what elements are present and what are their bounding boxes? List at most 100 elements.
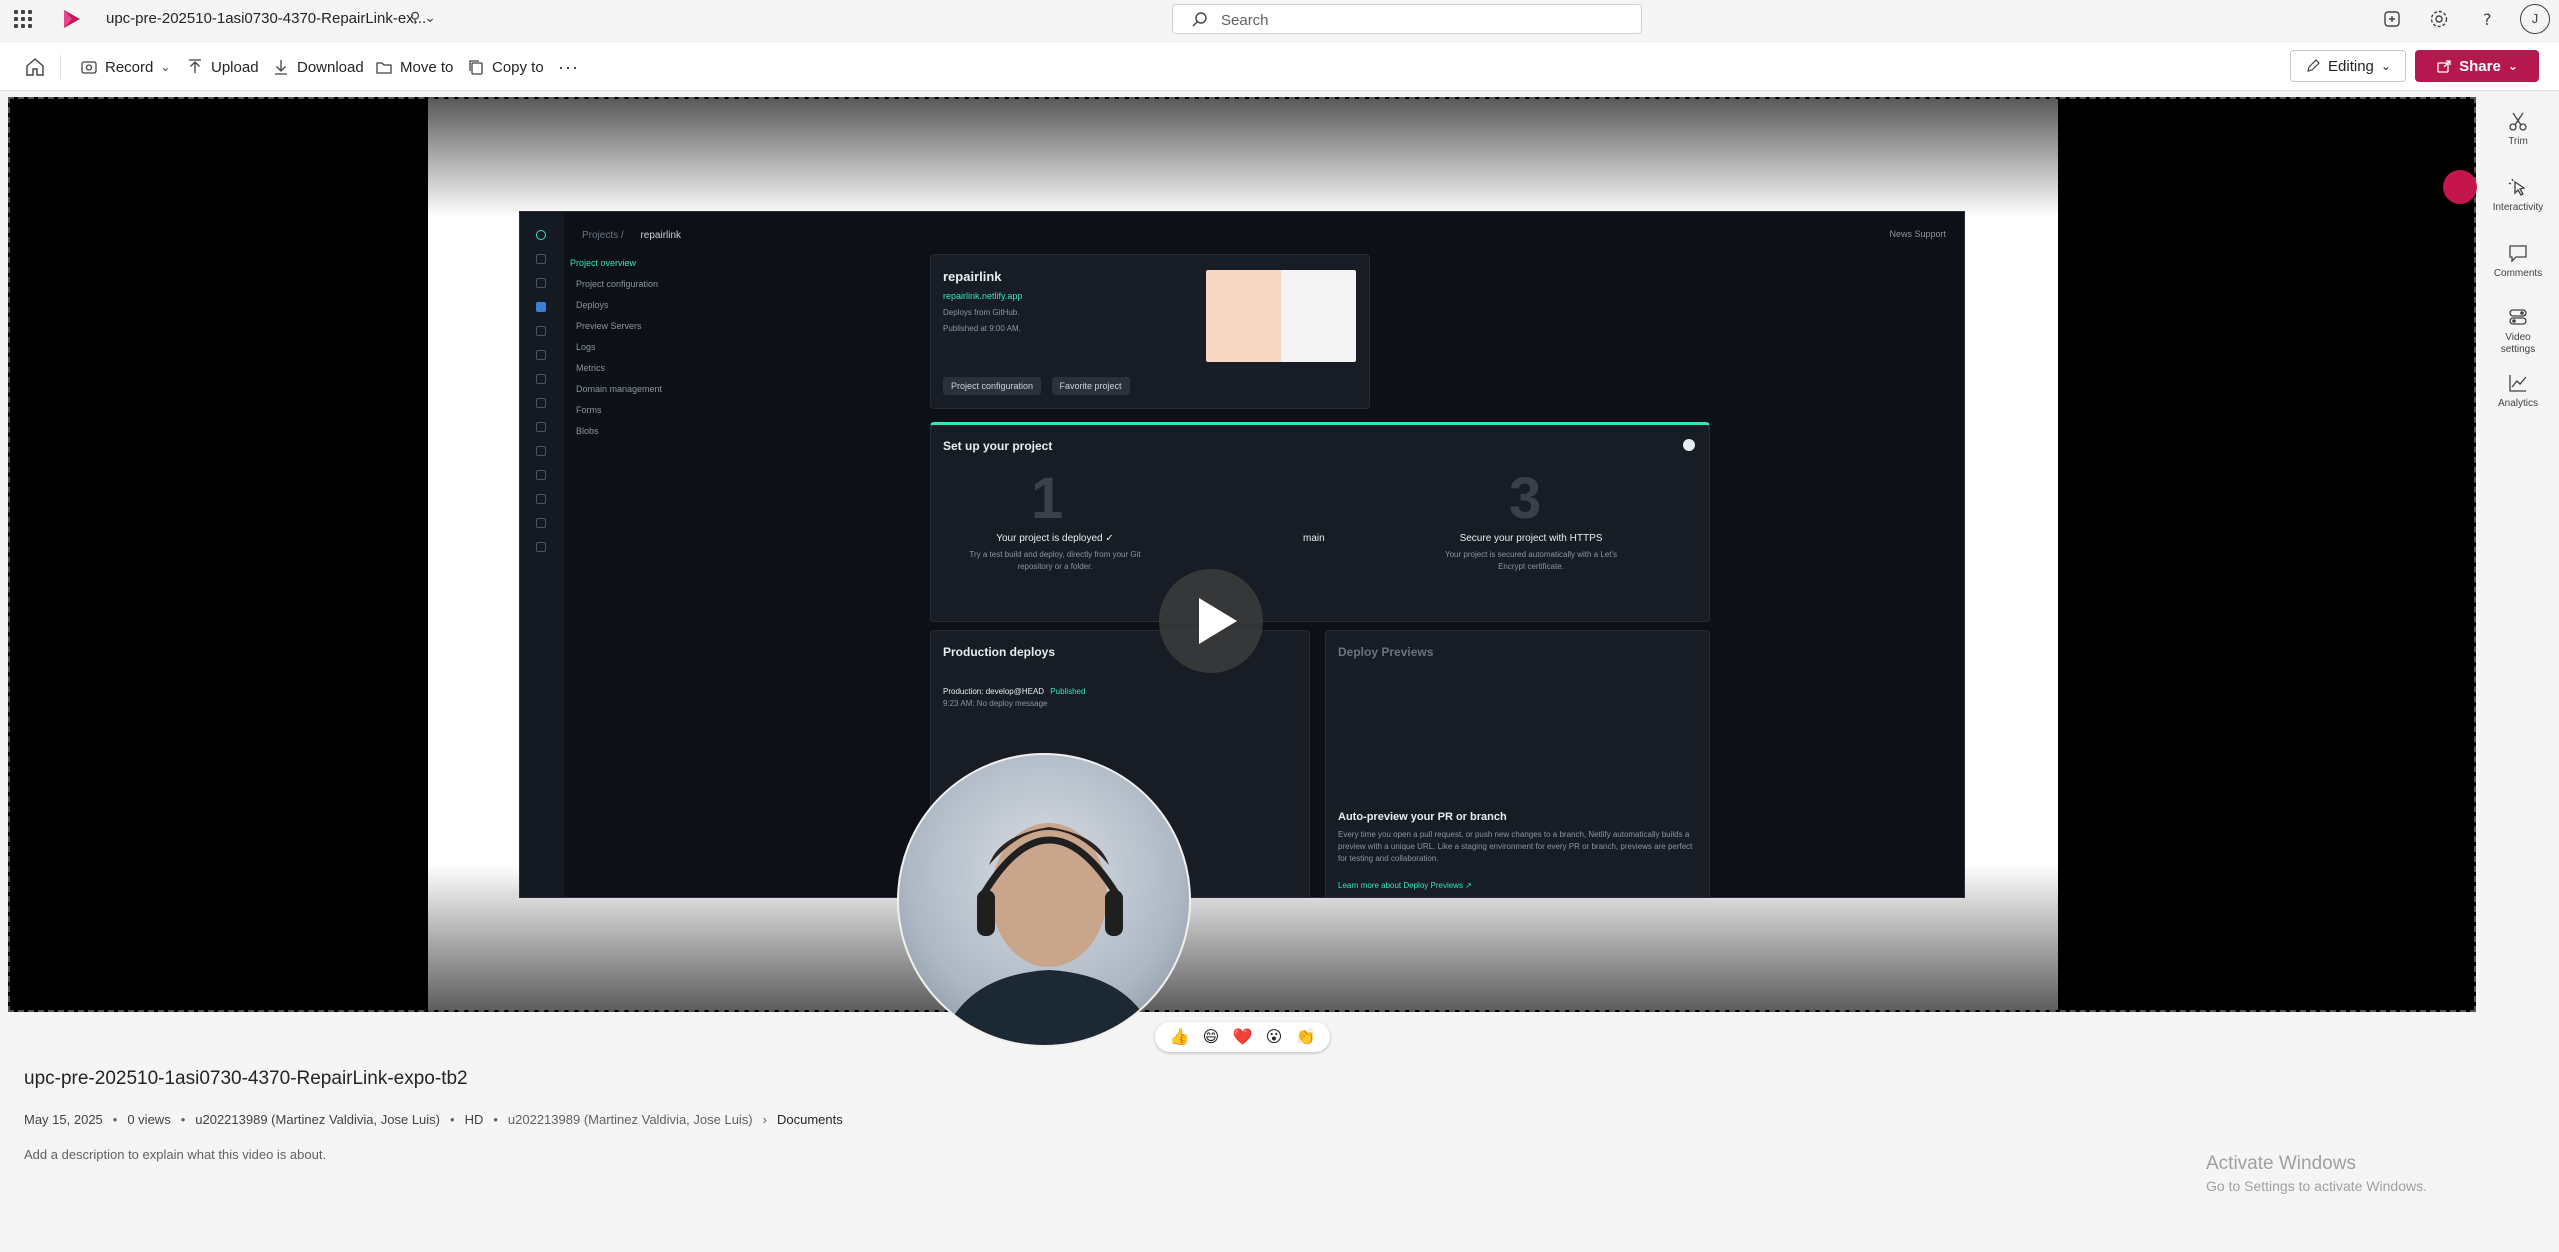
screen-nav-item: Logs [576,342,596,352]
video-player[interactable]: Projects / repairlink News Support Proje… [8,97,2476,1047]
download-label: Download [297,58,364,76]
move-folder-icon [376,62,392,74]
step3-desc: Your project is secured automatically wi… [1445,550,1617,571]
published-at: Published at 9:00 AM. [943,324,1021,333]
upload-date: May 15, 2025 [24,1112,103,1127]
reaction-surprised[interactable]: 😮 [1266,1027,1283,1047]
upload-button[interactable]: Upload [186,55,259,79]
watermark-line1: Activate Windows [2206,1153,2356,1174]
editing-label: Editing [2328,57,2374,75]
screen-nav-item: Deploys [576,300,609,310]
video-title[interactable]: upc-pre-202510-1asi0730-4370-RepairLink-… [24,1068,468,1090]
screen-nav-item: Metrics [576,363,605,373]
deploys-from: Deploys from GitHub. [943,308,1020,317]
app-launcher-icon[interactable] [14,10,32,28]
analytics-chart-icon [2509,375,2527,392]
comments-label: Comments [2493,268,2543,279]
user-avatar[interactable]: J [2520,4,2550,34]
setup-title: Set up your project [943,439,1053,453]
divider [60,55,61,79]
step1-title: Your project is deployed ✓ [996,533,1114,544]
play-button[interactable] [1159,569,1263,673]
help-icon[interactable]: ? [2475,7,2499,31]
copy-icon [469,60,483,75]
breadcrumb-site: repairlink [640,230,682,241]
svg-text:?: ? [2483,10,2492,29]
reaction-like[interactable]: 👍 [1170,1027,1190,1047]
home-icon[interactable] [24,56,46,78]
upload-icon [189,59,201,73]
screen-nav-item: Forms [576,405,602,415]
view-count: 0 views [127,1112,171,1127]
editing-mode-button[interactable]: Editing ⌄ [2290,50,2406,82]
reaction-laugh[interactable]: 😄 [1203,1027,1220,1047]
copy-to-button[interactable]: Copy to [467,55,544,79]
production-deploys-title: Production deploys [943,645,1056,659]
recorded-screen: Projects / repairlink News Support Proje… [519,211,1965,898]
step2-title: main [1303,533,1325,544]
screen-nav-item: Preview Servers [576,321,642,331]
pencil-icon [2307,59,2320,72]
search-icon [1192,12,1207,27]
copilot-icon[interactable] [2380,7,2404,31]
watermark-line2: Go to Settings to activate Windows. [2206,1178,2427,1194]
record-label: Record [105,58,154,76]
copy-to-label: Copy to [492,58,544,76]
windows-activation-watermark: Activate Windows Go to Settings to activ… [2206,1153,2427,1194]
video-frame: Projects / repairlink News Support Proje… [428,99,2058,1047]
setup-card: Set up your project 1 Your project is de… [930,422,1710,622]
published-badge: Published [1050,687,1086,696]
screen-nav-item: Project overview [570,258,637,268]
production-row: Production: develop@HEAD [943,687,1045,696]
sensitivity-chevron-icon[interactable]: ⚲ ⌄ [410,9,436,26]
location-owner-link[interactable]: u202213989 (Martinez Valdivia, Jose Luis… [508,1112,753,1127]
screen-breadcrumb: Projects / repairlink [582,230,682,241]
favorite-chip: Favorite project [1051,377,1130,395]
analytics-button[interactable]: Analytics [2488,372,2548,410]
production-sub: 9:23 AM: No deploy message [943,699,1048,708]
step1-desc: Try a test build and deploy, directly fr… [969,550,1141,571]
netlify-side-rail [520,212,564,897]
command-bar: Record ⌄ Upload Download Move to Copy to… [0,43,2559,91]
separator-dot: • [450,1112,455,1127]
trim-label: Trim [2508,136,2528,147]
share-icon [2437,60,2451,73]
separator-dot: • [180,1112,186,1127]
screen-nav-item: Project configuration [576,279,659,289]
description-field[interactable]: Add a description to explain what this v… [24,1147,326,1162]
record-button[interactable]: Record ⌄ [80,55,170,79]
interactivity-record-dot [2443,170,2477,204]
settings-gear-icon[interactable] [2427,7,2451,31]
interactivity-label: Interactivity [2492,202,2544,213]
move-to-button[interactable]: Move to [375,55,453,79]
location-folder-link[interactable]: Documents [777,1112,843,1127]
separator-dot: • [493,1112,498,1127]
search-box[interactable]: Search [1172,4,1642,34]
video-settings-button[interactable]: Video settings [2488,306,2548,356]
separator-dot: • [112,1112,118,1127]
more-options-icon[interactable]: ··· [558,55,579,79]
video-meta: May 15, 2025 • 0 views • u202213989 (Mar… [24,1112,843,1127]
step3-number: 3 [1509,466,1542,531]
deploy-previews-card: Deploy Previews Auto-preview your PR or … [1325,630,1710,897]
share-button[interactable]: Share ⌄ [2415,50,2539,82]
step1-number: 1 [1031,466,1064,531]
chevron-down-icon: ⌄ [160,60,171,74]
chevron-down-icon: ⌄ [2507,59,2518,73]
share-label: Share [2459,57,2501,75]
reaction-heart[interactable]: ❤️ [1233,1027,1253,1047]
comments-button[interactable]: Comments [2488,242,2548,280]
screen-nav: Project overview Project configuration D… [570,258,662,447]
download-button[interactable]: Download [272,55,364,79]
reactions-bar: 👍 😄 ❤️ 😮 👏 [1155,1022,1330,1052]
reaction-clap[interactable]: 👏 [1295,1027,1315,1047]
download-icon [275,60,287,75]
breadcrumb-projects: Projects [582,230,619,241]
deploy-previews-title: Deploy Previews [1338,645,1434,659]
cursor-click-icon [2508,178,2526,196]
interactivity-button[interactable]: Interactivity [2488,176,2548,214]
owner-name[interactable]: u202213989 (Martinez Valdivia, Jose Luis… [195,1112,440,1127]
auto-preview-title: Auto-preview your PR or branch [1338,811,1507,823]
document-title[interactable]: upc-pre-202510-1asi0730-4370-RepairLink-… [106,10,426,27]
trim-button[interactable]: Trim [2488,110,2548,148]
